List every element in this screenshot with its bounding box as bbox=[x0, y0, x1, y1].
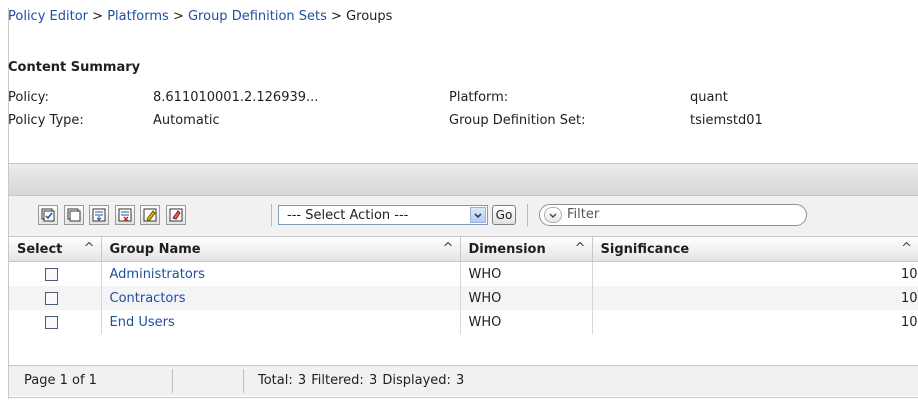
select-all-icon[interactable] bbox=[38, 205, 58, 225]
go-button[interactable]: Go bbox=[492, 205, 516, 225]
column-header-label: Group Name bbox=[109, 241, 201, 257]
delete-icon[interactable] bbox=[166, 205, 186, 225]
breadcrumb-policy-editor[interactable]: Policy Editor bbox=[8, 9, 88, 24]
dimension-cell: WHO bbox=[468, 290, 502, 306]
breadcrumb-current: Groups bbox=[346, 9, 393, 24]
status-separator bbox=[243, 369, 244, 393]
filter-dropdown-icon[interactable] bbox=[544, 207, 562, 223]
groups-panel: --- Select Action --- Go Filter Select ^… bbox=[8, 163, 918, 398]
column-header-label: Select bbox=[17, 241, 63, 257]
column-header-dimension[interactable]: Dimension ^ bbox=[460, 237, 593, 262]
sort-arrow-icon[interactable]: ^ bbox=[901, 241, 912, 256]
policy-type-label: Policy Type: bbox=[8, 113, 84, 128]
toolbar-separator bbox=[527, 204, 528, 226]
edit-icon[interactable] bbox=[140, 205, 160, 225]
filter-placeholder: Filter bbox=[567, 207, 600, 222]
status-separator bbox=[172, 369, 173, 393]
deselect-all-icon[interactable] bbox=[64, 205, 84, 225]
significance-cell: 10 bbox=[900, 266, 918, 282]
group-definition-set-value: tsiemstd01 bbox=[690, 113, 763, 128]
platform-value: quant bbox=[690, 90, 728, 105]
policy-value: 8.611010001.2.126939... bbox=[153, 90, 319, 105]
sort-arrow-icon[interactable]: ^ bbox=[575, 241, 586, 256]
table-row: End Users WHO 10 bbox=[9, 310, 918, 334]
status-bar: Page 1 of 1 Total: 3 Filtered: 3 Display… bbox=[9, 365, 918, 396]
row-checkbox[interactable] bbox=[45, 267, 58, 281]
breadcrumb-separator: > bbox=[331, 9, 342, 24]
breadcrumb-group-definition-sets[interactable]: Group Definition Sets bbox=[188, 9, 327, 24]
breadcrumb-platforms[interactable]: Platforms bbox=[107, 9, 169, 24]
column-header-label: Significance bbox=[600, 241, 690, 257]
column-header-significance[interactable]: Significance ^ bbox=[592, 237, 918, 262]
filter-input[interactable]: Filter bbox=[539, 204, 807, 226]
import-icon[interactable] bbox=[115, 205, 135, 225]
content-summary-title: Content Summary bbox=[8, 60, 141, 75]
action-select-value: --- Select Action --- bbox=[287, 208, 409, 223]
row-checkbox[interactable] bbox=[45, 291, 58, 305]
page-indicator: Page 1 of 1 bbox=[24, 373, 97, 388]
table-toolbar: --- Select Action --- Go Filter bbox=[9, 196, 918, 237]
dimension-cell: WHO bbox=[468, 314, 502, 330]
platform-label: Platform: bbox=[449, 90, 509, 105]
breadcrumb: Policy Editor > Platforms > Group Defini… bbox=[8, 9, 392, 24]
sort-arrow-icon[interactable]: ^ bbox=[443, 241, 454, 256]
breadcrumb-separator: > bbox=[92, 9, 104, 24]
group-definition-set-label: Group Definition Set: bbox=[449, 113, 586, 128]
sort-arrow-icon[interactable]: ^ bbox=[84, 241, 95, 256]
policy-type-value: Automatic bbox=[153, 113, 220, 128]
significance-cell: 10 bbox=[900, 314, 918, 330]
action-select[interactable]: --- Select Action --- bbox=[278, 205, 488, 225]
policy-label: Policy: bbox=[8, 90, 49, 105]
expand-icon[interactable] bbox=[89, 205, 109, 225]
column-header-label: Dimension bbox=[468, 241, 546, 257]
group-name-link[interactable]: Contractors bbox=[102, 291, 186, 306]
row-checkbox[interactable] bbox=[45, 315, 58, 329]
table-row: Contractors WHO 10 bbox=[9, 286, 918, 310]
column-header-select[interactable]: Select ^ bbox=[9, 237, 102, 262]
chevron-down-icon[interactable] bbox=[470, 207, 486, 223]
breadcrumb-separator: > bbox=[172, 9, 184, 24]
group-name-link[interactable]: End Users bbox=[102, 315, 175, 330]
panel-header bbox=[9, 164, 918, 196]
totals-summary: Total: 3 Filtered: 3 Displayed: 3 bbox=[258, 373, 465, 388]
significance-cell: 10 bbox=[900, 290, 918, 306]
toolbar-separator bbox=[271, 204, 272, 226]
table-row: Administrators WHO 10 bbox=[9, 261, 918, 286]
dimension-cell: WHO bbox=[468, 266, 502, 282]
table-header-row: Select ^ Group Name ^ Dimension ^ Signif… bbox=[9, 237, 918, 262]
column-header-group-name[interactable]: Group Name ^ bbox=[101, 237, 461, 262]
groups-table: Select ^ Group Name ^ Dimension ^ Signif… bbox=[9, 237, 918, 334]
group-name-link[interactable]: Administrators bbox=[102, 267, 205, 282]
